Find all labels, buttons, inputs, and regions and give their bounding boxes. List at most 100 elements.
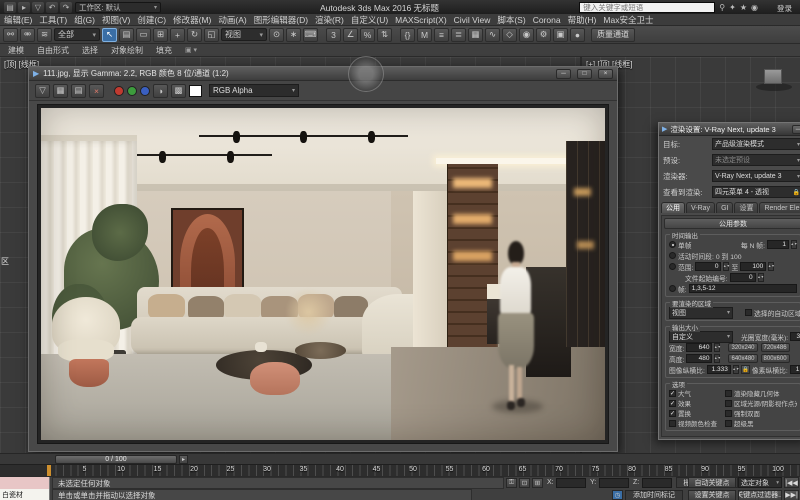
time-slider-handle[interactable]: 0 / 100	[55, 455, 177, 464]
ribbon-tab[interactable]: 选择	[82, 45, 98, 56]
menu-item[interactable]: 视图(V)	[102, 14, 130, 26]
align-icon[interactable]: ≡	[434, 28, 449, 42]
frames-field[interactable]: 1,3,5-12	[689, 284, 797, 293]
menu-item[interactable]: 自定义(U)	[351, 14, 388, 26]
use-pivot-center-icon[interactable]: ⊙	[269, 28, 284, 42]
region-mode-dropdown[interactable]: 视图▾	[669, 307, 733, 319]
mini-listener-line[interactable]: 白瓷材	[0, 489, 50, 500]
ribbon-toggle-icon[interactable]: ▦	[468, 28, 483, 42]
set-key-button[interactable]: 设置关键点	[688, 490, 736, 500]
y-coordinate-field[interactable]	[599, 478, 629, 488]
render-setup-titlebar[interactable]: ▶ 渲染设置: V-Ray Next, update 3 ─	[659, 123, 800, 136]
spinner[interactable]: ▲▼	[714, 343, 720, 352]
print-image-icon[interactable]: ▤	[71, 84, 86, 98]
menu-item[interactable]: Civil View	[454, 15, 491, 25]
menu-item[interactable]: 图形编辑器(D)	[254, 14, 308, 26]
option-置换[interactable]: ✓置换	[669, 408, 721, 418]
save-image-icon[interactable]: ▽	[35, 84, 50, 98]
tab-Render Elements[interactable]: Render Elements	[759, 202, 800, 213]
time-tag-icon[interactable]: ◷	[612, 490, 623, 500]
render-production-icon[interactable]: ●	[570, 28, 585, 42]
selection-lock-icon[interactable]: ⚿	[506, 478, 517, 488]
selection-filter-dropdown[interactable]: 全部▾	[54, 28, 100, 41]
option-视频颜色检查[interactable]: 视频颜色检查	[669, 418, 721, 428]
unlink-selection-icon[interactable]: ⚮	[20, 28, 35, 42]
angle-snap-icon[interactable]: ∠	[343, 28, 358, 42]
background-color-swatch[interactable]	[189, 85, 202, 97]
ribbon-tab[interactable]: 填充	[156, 45, 172, 56]
mirror-icon[interactable]: M	[417, 28, 432, 42]
scene-object[interactable]	[764, 69, 782, 84]
macro-recorder-line[interactable]	[0, 477, 50, 489]
menu-item[interactable]: 渲染(R)	[315, 14, 344, 26]
option-大气[interactable]: ✓大气	[669, 388, 721, 398]
menu-item[interactable]: Corona	[533, 15, 561, 25]
menu-item[interactable]: Max安全卫士	[603, 14, 653, 26]
menu-item[interactable]: 修改器(M)	[173, 14, 211, 26]
green-channel-icon[interactable]	[127, 86, 137, 96]
signin-link[interactable]: 登录	[777, 3, 792, 14]
select-and-scale-icon[interactable]: ◱	[204, 28, 219, 42]
view-to-render-dropdown[interactable]: 四元菜单 4 - 透视🔒	[712, 186, 800, 198]
bind-to-space-warp-icon[interactable]: ≋	[37, 28, 52, 42]
checkbox[interactable]	[725, 400, 732, 407]
every-n-field[interactable]: 1	[767, 240, 789, 249]
offset-mode-icon[interactable]: ⊞	[532, 478, 543, 488]
select-by-name-icon[interactable]: ▤	[119, 28, 134, 42]
preset-dropdown[interactable]: 未选定预设▾	[712, 154, 800, 166]
key-filters-button[interactable]: 关键点过滤器...	[738, 490, 782, 500]
named-selection-sets-icon[interactable]: {}	[400, 28, 415, 42]
auto-region-checkbox[interactable]	[745, 309, 752, 316]
menu-item[interactable]: 工具(T)	[39, 14, 67, 26]
ribbon-tab[interactable]: 建模	[8, 45, 24, 56]
search-icon[interactable]: ⚲	[719, 3, 725, 12]
option-区域光源/阴影视作点光源[interactable]: 区域光源/阴影视作点光源	[725, 398, 797, 408]
range-from-field[interactable]: 0	[695, 262, 721, 271]
pixel-aspect-field[interactable]: 1.0	[790, 365, 800, 374]
spinner[interactable]: ▲▼	[791, 240, 797, 249]
close-icon[interactable]: ×	[598, 69, 613, 79]
rfw-titlebar[interactable]: ▶ 111.jpg, 显示 Gamma: 2.2, RGB 颜色 8 位/通道 …	[29, 67, 617, 81]
red-channel-icon[interactable]	[114, 86, 124, 96]
blue-channel-icon[interactable]	[140, 86, 150, 96]
x-coordinate-field[interactable]	[556, 478, 586, 488]
aspect-lock-icon[interactable]: 🔒	[741, 365, 750, 374]
option-效果[interactable]: ✓效果	[669, 398, 721, 408]
select-and-move-icon[interactable]: +	[170, 28, 185, 42]
width-field[interactable]: 640	[686, 343, 712, 352]
checkbox[interactable]	[725, 390, 732, 397]
menu-item[interactable]: 编辑(E)	[4, 14, 32, 26]
tab-GI[interactable]: GI	[716, 202, 733, 213]
spinner[interactable]: ▲▼	[733, 365, 739, 374]
selection-region-icon[interactable]: ▭	[136, 28, 151, 42]
user-icon[interactable]: ◉	[751, 3, 758, 12]
single-frame-radio[interactable]	[669, 241, 676, 248]
monochrome-icon[interactable]: ◑	[153, 84, 168, 98]
resolution-preset-button[interactable]: 640x480	[728, 354, 757, 363]
frames-radio[interactable]	[669, 285, 676, 292]
auto-key-button[interactable]: 自动关键点	[688, 477, 736, 488]
select-and-manipulate-icon[interactable]: ∗	[286, 28, 301, 42]
menu-item[interactable]: 帮助(H)	[568, 14, 597, 26]
range-to-field[interactable]: 100	[740, 262, 766, 271]
file-start-field[interactable]: 0	[730, 273, 756, 282]
target-dropdown[interactable]: 产品级渲染模式▾	[712, 138, 800, 150]
resolution-preset-button[interactable]: 720x486	[761, 343, 790, 352]
spinner[interactable]: ▲▼	[758, 273, 764, 282]
menu-item[interactable]: 脚本(S)	[497, 14, 525, 26]
tab-V-Ray[interactable]: V-Ray	[686, 202, 715, 213]
checkbox[interactable]: ✓	[669, 400, 676, 407]
aperture-field[interactable]: 36.0	[790, 332, 800, 341]
snap-toggle-3d-icon[interactable]: 3	[326, 28, 341, 42]
save-file-icon[interactable]: ▽	[32, 2, 44, 13]
add-time-tag[interactable]: 添加时间标记	[625, 490, 683, 500]
renderer-dropdown[interactable]: V-Ray Next, update 3▾	[712, 170, 800, 182]
percent-snap-icon[interactable]: %	[360, 28, 375, 42]
redo-icon[interactable]: ↷	[60, 2, 72, 13]
quality-channel-button[interactable]: 质量通道	[591, 28, 635, 42]
spinner[interactable]: ▲▼	[723, 262, 729, 271]
render-setup-icon[interactable]: ⚙	[536, 28, 551, 42]
ribbon-tab[interactable]: 对象绘制	[111, 45, 143, 56]
maximize-icon[interactable]: □	[577, 69, 592, 79]
workspace-dropdown[interactable]: 工作区: 默认▾	[75, 2, 161, 13]
